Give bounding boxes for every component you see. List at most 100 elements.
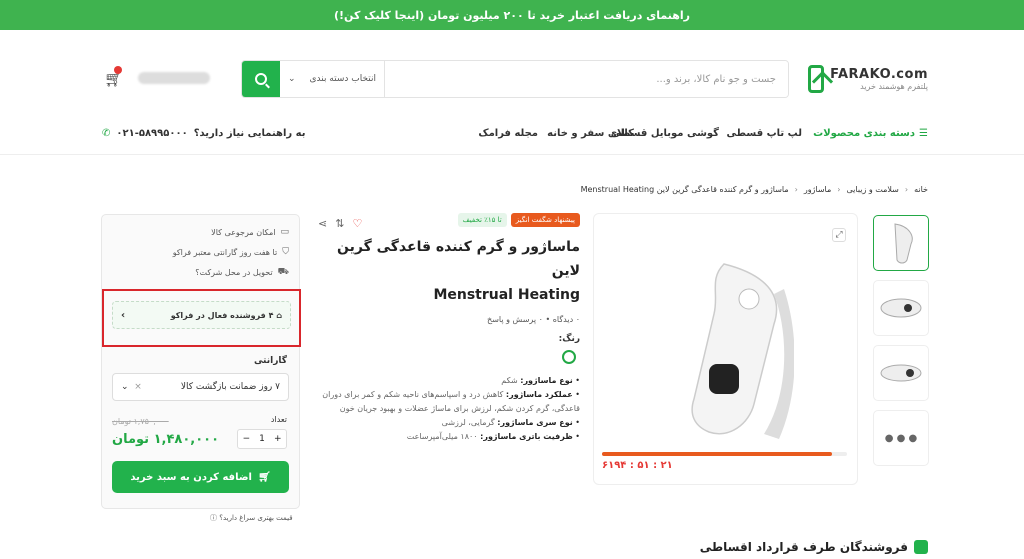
product-title-en: Menstrual Heating	[433, 287, 580, 303]
minus-icon[interactable]: −	[243, 434, 251, 444]
breadcrumb-separator-icon: ‹	[904, 185, 909, 194]
logo-name: FARAKO.com	[830, 67, 928, 82]
spec-item: عملکرد ماساژور: کاهش درد و اسپاسم‌های نا…	[318, 388, 580, 416]
search-bar: انتخاب دسته بندی ⌄	[241, 60, 789, 98]
search-button[interactable]	[242, 61, 280, 97]
warranty-select[interactable]: ۷ روز ضمانت بازگشت کالا × ⌄	[112, 373, 289, 401]
timer-progress-fill	[602, 452, 833, 456]
quantity-value: 1	[259, 434, 265, 444]
spec-key: نوع سری ماساژور:	[497, 418, 573, 427]
spec-value: ۱۸۰۰ میلی‌آمپرساعت	[406, 432, 478, 441]
breadcrumb-separator-icon: ‹	[837, 185, 841, 194]
category-select[interactable]: انتخاب دسته بندی ⌄	[280, 61, 385, 97]
heart-icon[interactable]: ♡	[352, 217, 362, 230]
promo-banner-text[interactable]: راهنمای دریافت اعتبار خرید تا ۲۰۰ میلیون…	[334, 9, 690, 22]
spec-item: ظرفیت باتری ماساژور: ۱۸۰۰ میلی‌آمپرساعت	[318, 430, 580, 444]
spec-value: گرمایی، لرزشی	[441, 418, 495, 427]
shield-icon: ⛉	[282, 247, 289, 257]
perk-delivery: ⛟ تحویل در محل شرکت؟	[195, 267, 289, 278]
spec-list: نوع ماساژور: شکم عملکرد ماساژور: کاهش در…	[318, 374, 580, 444]
spec-value: شکم	[501, 376, 518, 385]
spec-key: ظرفیت باتری ماساژور:	[480, 432, 573, 441]
store-icon: ⌂	[276, 310, 282, 320]
product-title-fa: ماساژور و گرم کننده قاعدگی گرین لاین	[337, 239, 580, 279]
perk-return: ▭ امکان مرجوعی کالا	[211, 227, 289, 237]
nav-categories[interactable]: ☰ دسته بندی محصولات	[813, 128, 928, 139]
search-input[interactable]	[385, 61, 788, 97]
buy-box: ▭ امکان مرجوعی کالا ⛉ تا هفت روز گارانتی…	[101, 214, 301, 509]
add-to-cart-button[interactable]: 🛒︎ اضافه کردن به سبد خرید	[112, 461, 289, 493]
menu-icon: ☰	[919, 128, 928, 139]
product-gallery: ⤢ ۶۱۹۴ : ۵۱ : ۲۱	[593, 213, 858, 485]
quantity-stepper[interactable]: + 1 −	[237, 429, 287, 449]
clear-icon[interactable]: ×	[134, 382, 142, 392]
product-image[interactable]	[654, 254, 794, 444]
share-icon[interactable]: ⋖	[318, 217, 327, 230]
nav-item-label: لپ تاپ قسطی	[726, 128, 802, 139]
countdown-timer: ۶۱۹۴ : ۵۱ : ۲۱	[602, 460, 673, 471]
cart-badge	[114, 66, 122, 74]
spec-item: نوع ماساژور: شکم	[318, 374, 580, 388]
cart-button[interactable]: 🛒︎	[104, 66, 123, 88]
breadcrumb-separator-icon: ‹	[794, 185, 798, 194]
sellers-label-wrap: ⌂ ۴ فروشنده فعال در فراکو	[171, 311, 282, 320]
color-swatch[interactable]	[562, 350, 576, 364]
nav-item-label: مجله فرامک	[478, 128, 538, 139]
phone-icon: ✆	[102, 128, 111, 139]
breadcrumb-current: ماساژور و گرم کننده قاعدگی گرین لاین Men…	[580, 185, 789, 194]
discount-badge: تا ۱۵٪ تخفیف	[457, 213, 507, 227]
thumbnail[interactable]	[873, 215, 929, 271]
perk-warranty: ⛉ تا هفت روز گارانتی معتبر فراکو	[173, 247, 289, 257]
help-text: به راهنمایی نیاز دارید؟	[193, 128, 306, 139]
perk-label: تحویل در محل شرکت؟	[195, 268, 273, 277]
final-price: ۱,۴۸۰,۰۰۰ تومان	[112, 432, 220, 447]
warranty-value: ۷ روز ضمانت بازگشت کالا	[180, 382, 280, 392]
more-thumbnails[interactable]: ● ● ●	[873, 410, 929, 466]
site-logo[interactable]: FARAKO.com پلتفرم هوشمند خرید	[808, 62, 928, 96]
spec-key: عملکرد ماساژور:	[505, 390, 573, 399]
quantity-label: تعداد	[270, 415, 287, 424]
product-title: ماساژور و گرم کننده قاعدگی گرین لاین Men…	[318, 235, 580, 307]
timer-progress-bar	[602, 452, 847, 456]
expand-icon[interactable]: ⤢	[832, 228, 846, 242]
search-icon	[255, 73, 267, 85]
better-price-label: قیمت بهتری سراغ دارید؟	[219, 514, 293, 522]
better-price-link[interactable]: قیمت بهتری سراغ دارید؟ ⓘ	[210, 513, 293, 523]
site-header: FARAKO.com پلتفرم هوشمند خرید انتخاب دست…	[0, 30, 1024, 155]
nav-item-magazine[interactable]: مجله فرامک	[478, 128, 538, 139]
section-title-label: فروشندگان طرف قرارداد اقساطی	[699, 540, 908, 554]
promo-banner[interactable]: راهنمای دریافت اعتبار خرید تا ۲۰۰ میلیون…	[0, 0, 1024, 30]
info-icon: ⓘ	[210, 514, 217, 522]
product-actions: ⋖ ⇅ ♡	[318, 217, 362, 230]
category-select-label: انتخاب دسته بندی	[309, 74, 376, 84]
phone-number: ۰۲۱-۵۸۹۹۵۰۰۰	[116, 128, 188, 139]
perk-label: تا هفت روز گارانتی معتبر فراکو	[172, 247, 278, 257]
amazing-offer-badge: پیشنهاد شگفت انگیز	[510, 213, 580, 227]
plus-icon[interactable]: +	[274, 434, 282, 444]
compare-icon[interactable]: ⇅	[335, 217, 344, 230]
warranty-label: گارانتی	[253, 356, 287, 366]
logo-tagline: پلتفرم هوشمند خرید	[860, 82, 928, 91]
review-meta[interactable]: ۰ دیدگاه • ۰ پرسش و پاسخ	[318, 315, 580, 324]
return-icon: ▭	[280, 227, 289, 237]
active-sellers-link[interactable]: ⌂ ۴ فروشنده فعال در فراکو ›	[112, 301, 291, 329]
nav-item-laptop[interactable]: لپ تاپ قسطی	[727, 128, 802, 139]
section-title: فروشندگان طرف قرارداد اقساطی	[700, 540, 928, 554]
spec-item: نوع سری ماساژور: گرمایی، لرزشی	[318, 416, 580, 430]
breadcrumb-item[interactable]: سلامت و زیبایی	[846, 185, 898, 194]
cart-icon: 🛒︎	[257, 471, 271, 483]
support-phone[interactable]: به راهنمایی نیاز دارید؟ ۰۲۱-۵۸۹۹۵۰۰۰ ✆	[102, 128, 305, 139]
user-account[interactable]	[138, 72, 210, 84]
old-price: ۱,۷۵۰,۰۰۰ تومان	[112, 417, 169, 426]
more-icon: ● ● ●	[884, 432, 918, 444]
thumbnail[interactable]	[873, 345, 929, 401]
chevron-left-icon: ›	[121, 309, 126, 321]
nav-item-label: کالای سفر و خانه	[547, 128, 634, 139]
warranty-controls: × ⌄	[121, 382, 142, 392]
breadcrumb-item[interactable]: خانه	[914, 185, 928, 194]
thumbnail[interactable]	[873, 280, 929, 336]
sellers-label: ۴ فروشنده فعال در فراکو	[170, 310, 274, 320]
nav-item-travel[interactable]: کالای سفر و خانه	[547, 128, 634, 139]
color-label: رنگ:	[558, 334, 580, 344]
breadcrumb-item[interactable]: ماساژور	[804, 185, 831, 194]
